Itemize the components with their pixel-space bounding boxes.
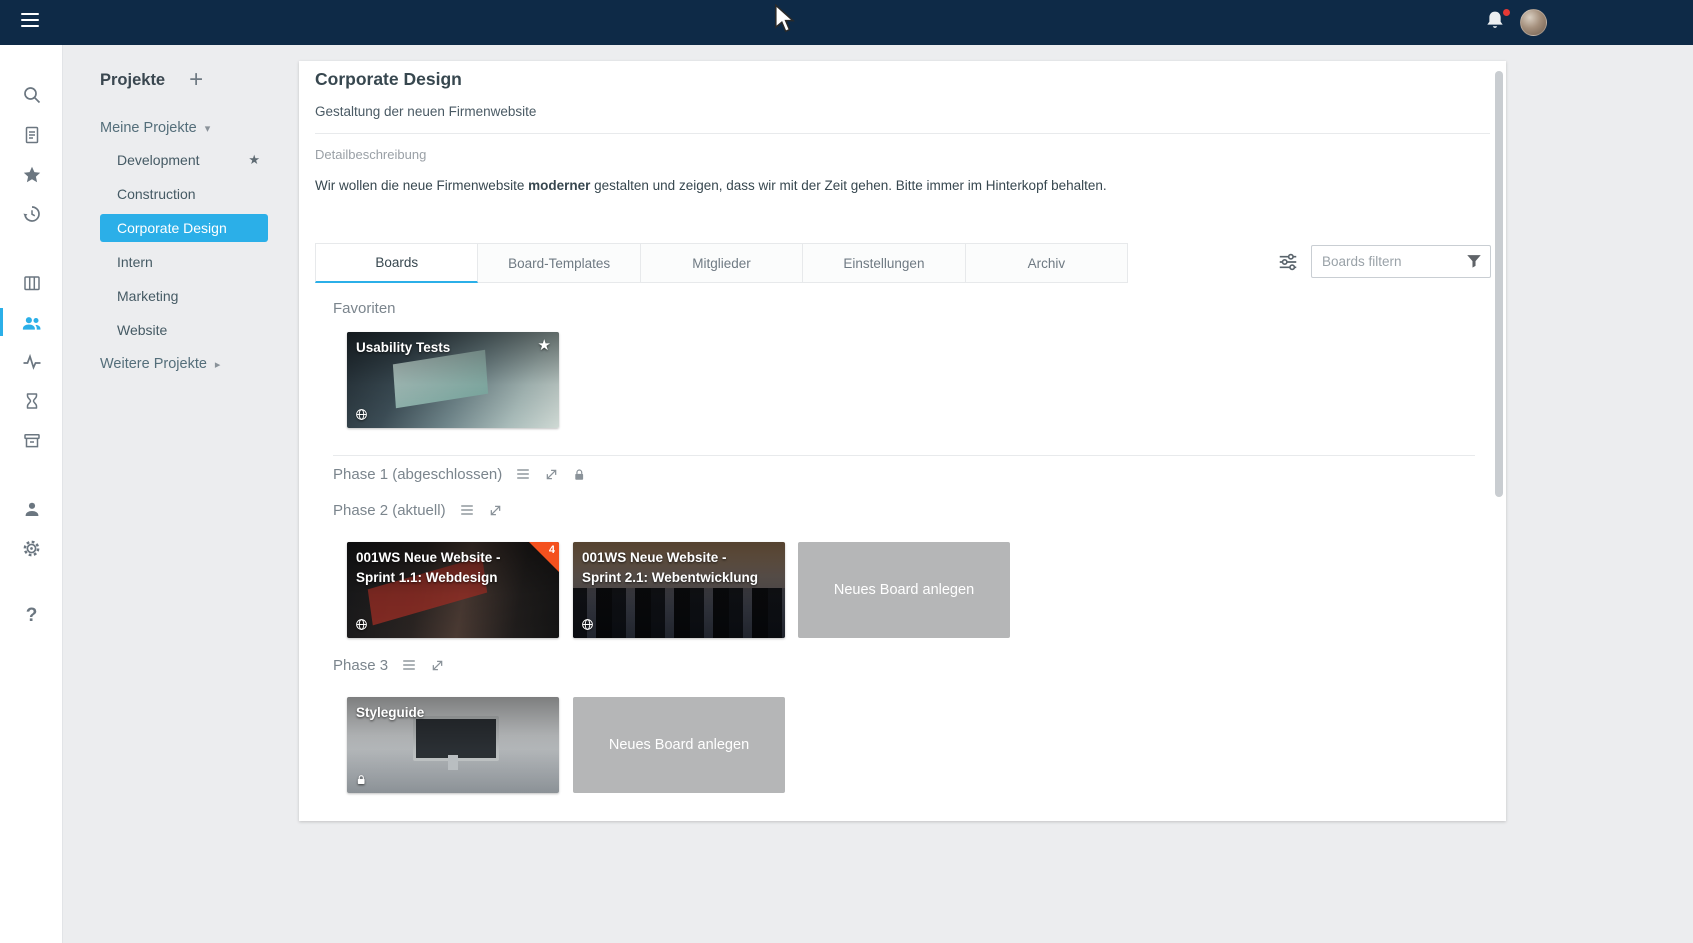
tab-board-templates[interactable]: Board-Templates (478, 243, 640, 283)
tune-icon[interactable] (1277, 251, 1301, 275)
notifications-button[interactable] (1483, 9, 1511, 37)
sidebar-item-label: Corporate Design (117, 220, 227, 236)
detail-label: Detailbeschreibung (315, 147, 426, 162)
group-label: Meine Projekte (100, 120, 197, 136)
divider (315, 133, 1490, 134)
settings-icon[interactable] (0, 528, 63, 568)
notification-badge (1501, 7, 1512, 18)
tab-archiv[interactable]: Archiv (966, 243, 1128, 283)
section-phase2: Phase 2 (aktuell) (333, 499, 503, 521)
projects-title: Projekte (100, 71, 165, 90)
section-phase1: Phase 1 (abgeschlossen) (333, 463, 586, 485)
archive-icon[interactable] (0, 421, 63, 461)
page-subtitle: Gestaltung der neuen Firmenwebsite (315, 104, 536, 119)
sidebar-item-label: Marketing (117, 288, 178, 304)
section-list-icon[interactable] (459, 502, 475, 518)
sidebar-item-website[interactable]: Website (100, 313, 268, 347)
topbar (0, 0, 1693, 45)
section-list-icon[interactable] (401, 657, 417, 673)
page-title: Corporate Design (315, 69, 462, 90)
help-icon[interactable]: ? (0, 596, 63, 636)
menu-icon[interactable] (21, 13, 43, 33)
sidebar-item-label: Construction (117, 186, 196, 202)
section-list-icon[interactable] (515, 466, 531, 482)
section-lock-icon (572, 467, 586, 482)
avatar[interactable] (1520, 9, 1547, 36)
board-favorite-star-icon[interactable]: ★ (538, 336, 551, 354)
section-collapse-icon[interactable] (488, 503, 503, 518)
detail-text: Wir wollen die neue Firmenwebsite modern… (315, 178, 1415, 193)
board-title: Styleguide (356, 703, 533, 723)
app: { "colors": { "accent": "#2bafe8", "topb… (0, 0, 1693, 943)
tab-boards[interactable]: Boards (315, 243, 478, 283)
section-favoriten: Favoriten (333, 297, 396, 319)
scrollbar-thumb[interactable] (1495, 71, 1503, 497)
add-board-label: Neues Board anlegen (834, 582, 974, 598)
history-icon[interactable] (0, 194, 63, 234)
divider (333, 455, 1475, 456)
tab-mitglieder[interactable]: Mitglieder (641, 243, 803, 283)
tab-einstellungen[interactable]: Einstellungen (803, 243, 965, 283)
chevron-right-icon: ▸ (215, 358, 221, 371)
main-panel: Corporate Design Gestaltung der neuen Fi… (299, 61, 1506, 821)
hourglass-icon[interactable] (0, 381, 63, 421)
boards-filter-input[interactable] (1311, 245, 1491, 278)
board-title: 001WS Neue Website - Sprint 1.1: Webdesi… (356, 548, 533, 588)
search-icon[interactable] (0, 75, 63, 115)
chevron-down-icon: ▾ (205, 122, 211, 135)
board-title: 001WS Neue Website - Sprint 2.1: Webentw… (582, 548, 759, 588)
section-collapse-icon[interactable] (430, 658, 445, 673)
globe-icon (581, 618, 594, 631)
sidebar-item-label: Website (117, 322, 167, 338)
sidebar-item-corporate-design[interactable]: Corporate Design (100, 214, 268, 242)
section-expand-icon[interactable] (544, 467, 559, 482)
section-title: Phase 1 (abgeschlossen) (333, 466, 502, 483)
add-board-button[interactable]: Neues Board anlegen (798, 542, 1010, 638)
team-icon[interactable] (0, 302, 63, 342)
add-board-button[interactable]: Neues Board anlegen (573, 697, 785, 793)
sidebar-item-intern[interactable]: Intern (100, 245, 268, 279)
board-usability-tests[interactable]: Usability Tests ★ (347, 332, 559, 428)
group-label: Weitere Projekte (100, 356, 207, 372)
section-title: Phase 3 (333, 657, 388, 674)
globe-icon (355, 618, 368, 631)
mouse-cursor (772, 4, 796, 34)
board-styleguide[interactable]: Styleguide (347, 697, 559, 793)
board-sprint-2-1[interactable]: 001WS Neue Website - Sprint 2.1: Webentw… (573, 542, 785, 638)
board-title: Usability Tests (356, 338, 533, 358)
user-icon[interactable] (0, 489, 63, 529)
star-icon[interactable] (0, 155, 63, 195)
section-title: Favoriten (333, 300, 396, 317)
board-sprint-1-1[interactable]: 001WS Neue Website - Sprint 1.1: Webdesi… (347, 542, 559, 638)
sidebar-item-marketing[interactable]: Marketing (100, 279, 268, 313)
group-weitere-projekte[interactable]: Weitere Projekte ▸ (100, 353, 220, 375)
section-title: Phase 2 (aktuell) (333, 502, 446, 519)
filter-funnel-icon[interactable] (1465, 252, 1485, 272)
document-icon[interactable] (0, 115, 63, 155)
sidebar-item-construction[interactable]: Construction (100, 177, 268, 211)
globe-icon (355, 408, 368, 421)
favorite-star-icon[interactable]: ★ (248, 152, 260, 168)
sidebar-item-development[interactable]: Development ★ (100, 143, 268, 177)
board-icon[interactable] (0, 263, 63, 303)
icon-sidebar: ? (0, 45, 63, 943)
section-phase3: Phase 3 (333, 654, 445, 676)
add-project-icon[interactable]: + (189, 70, 203, 90)
sidebar-item-label: Development (117, 152, 200, 168)
lock-icon (355, 773, 367, 786)
activity-icon[interactable] (0, 342, 63, 382)
projects-panel: Projekte + Meine Projekte ▾ Development … (63, 45, 315, 943)
card-count: 4 (549, 544, 555, 556)
group-meine-projekte[interactable]: Meine Projekte ▾ (100, 117, 210, 139)
add-board-label: Neues Board anlegen (609, 737, 749, 753)
sidebar-item-label: Intern (117, 254, 153, 270)
tab-bar: Boards Board-Templates Mitglieder Einste… (315, 243, 1128, 283)
